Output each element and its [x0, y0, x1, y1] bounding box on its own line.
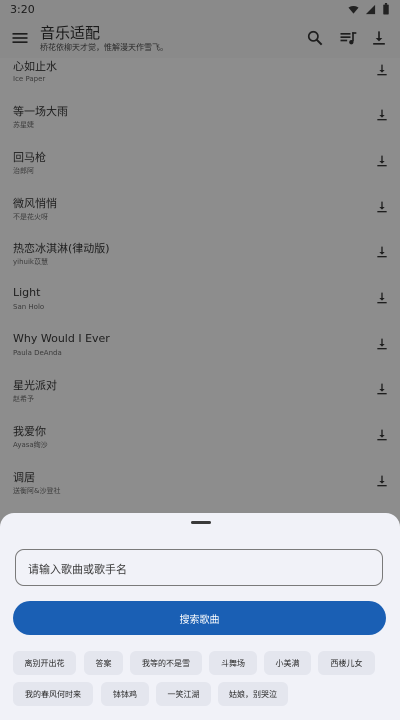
queue-music-icon[interactable] — [338, 28, 358, 48]
download-icon[interactable] — [369, 28, 389, 48]
list-item[interactable]: 热恋冰淇淋(律动版) yihuik苡慧 — [0, 240, 400, 286]
search-icon[interactable] — [305, 28, 325, 48]
suggestion-chip[interactable]: 斗舞场 — [209, 651, 257, 675]
song-artist: 治郎阿 — [13, 167, 34, 175]
download-icon[interactable] — [374, 427, 390, 443]
song-artist: yihuik苡慧 — [13, 258, 48, 266]
download-icon[interactable] — [374, 336, 390, 352]
download-icon[interactable] — [374, 199, 390, 215]
list-item[interactable]: Light San Holo — [0, 286, 400, 332]
download-icon[interactable] — [374, 153, 390, 169]
song-title: Why Would I Ever — [13, 332, 110, 345]
list-item[interactable]: 心如止水 Ice Paper — [0, 58, 400, 104]
song-title: 心如止水 — [13, 60, 57, 73]
list-item[interactable]: 等一场大雨 苏星婕 — [0, 103, 400, 149]
download-icon[interactable] — [374, 473, 390, 489]
suggestion-chip[interactable]: 离别开出花 — [13, 651, 76, 675]
suggestion-chip[interactable]: 钵钵鸡 — [101, 682, 149, 706]
song-title: 热恋冰淇淋(律动版) — [13, 242, 110, 255]
app-title: 音乐适配 — [40, 24, 101, 42]
song-artist: San Holo — [13, 303, 45, 311]
download-icon[interactable] — [374, 62, 390, 78]
download-icon[interactable] — [374, 244, 390, 260]
song-artist: 送衡阿&沙登社 — [13, 487, 61, 495]
list-item[interactable]: 我爱你 Ayasa绚沙 — [0, 423, 400, 469]
song-artist: Paula DeAnda — [13, 349, 62, 357]
list-item[interactable]: 星光派对 赵希予 — [0, 377, 400, 423]
system-icons — [348, 3, 390, 15]
search-input[interactable]: 请输入歌曲或歌手名 — [15, 549, 383, 586]
song-title: Light — [13, 286, 41, 299]
download-icon[interactable] — [374, 290, 390, 306]
wifi-icon — [348, 5, 359, 14]
suggestion-chip[interactable]: 一笑江湖 — [156, 682, 211, 706]
search-songs-button[interactable]: 搜索歌曲 — [13, 601, 386, 635]
song-artist: Ice Paper — [13, 75, 46, 83]
song-title: 回马枪 — [13, 151, 46, 164]
suggestion-chip[interactable]: 姑娘，别哭泣 — [218, 682, 288, 706]
battery-icon — [383, 3, 389, 15]
suggestion-chip[interactable]: 西楼儿女 — [318, 651, 375, 675]
suggestion-chip[interactable]: 小美满 — [264, 651, 311, 675]
app-subtitle: 桥花依柳天才觉，惟解漫天作雪飞。 — [40, 43, 168, 52]
song-title: 等一场大雨 — [13, 105, 68, 118]
search-bottom-sheet: 请输入歌曲或歌手名 搜索歌曲 离别开出花 答案 我等的不是雪 斗舞场 小美满 西… — [0, 513, 400, 720]
search-button-label: 搜索歌曲 — [179, 614, 220, 626]
drag-handle[interactable] — [191, 521, 211, 524]
song-artist: 赵希予 — [13, 395, 34, 403]
list-item[interactable]: 回马枪 治郎阿 — [0, 149, 400, 195]
song-title: 星光派对 — [13, 379, 57, 392]
download-icon[interactable] — [374, 107, 390, 123]
status-time: 3:20 — [10, 2, 35, 16]
app-bar: 音乐适配 桥花依柳天才觉，惟解漫天作雪飞。 — [0, 18, 400, 58]
list-item[interactable]: 调居 送衡阿&沙登社 — [0, 469, 400, 515]
menu-icon[interactable] — [10, 28, 30, 48]
suggestion-chip[interactable]: 我等的不是雪 — [130, 651, 202, 675]
status-bar: 3:20 — [0, 0, 400, 18]
song-artist: 不是花火呀 — [13, 213, 48, 221]
suggestion-chip[interactable]: 我的春风何时来 — [13, 682, 93, 706]
search-placeholder: 请输入歌曲或歌手名 — [28, 563, 127, 576]
song-title: 我爱你 — [13, 425, 46, 438]
signal-icon — [365, 4, 376, 14]
suggestion-chip[interactable]: 答案 — [84, 651, 123, 675]
song-artist: Ayasa绚沙 — [13, 441, 48, 449]
song-artist: 苏星婕 — [13, 121, 34, 129]
song-title: 微风悄悄 — [13, 197, 57, 210]
song-title: 调居 — [13, 471, 35, 484]
list-item[interactable]: 微风悄悄 不是花火呀 — [0, 195, 400, 241]
download-icon[interactable] — [374, 381, 390, 397]
list-item[interactable]: Why Would I Ever Paula DeAnda — [0, 332, 400, 378]
